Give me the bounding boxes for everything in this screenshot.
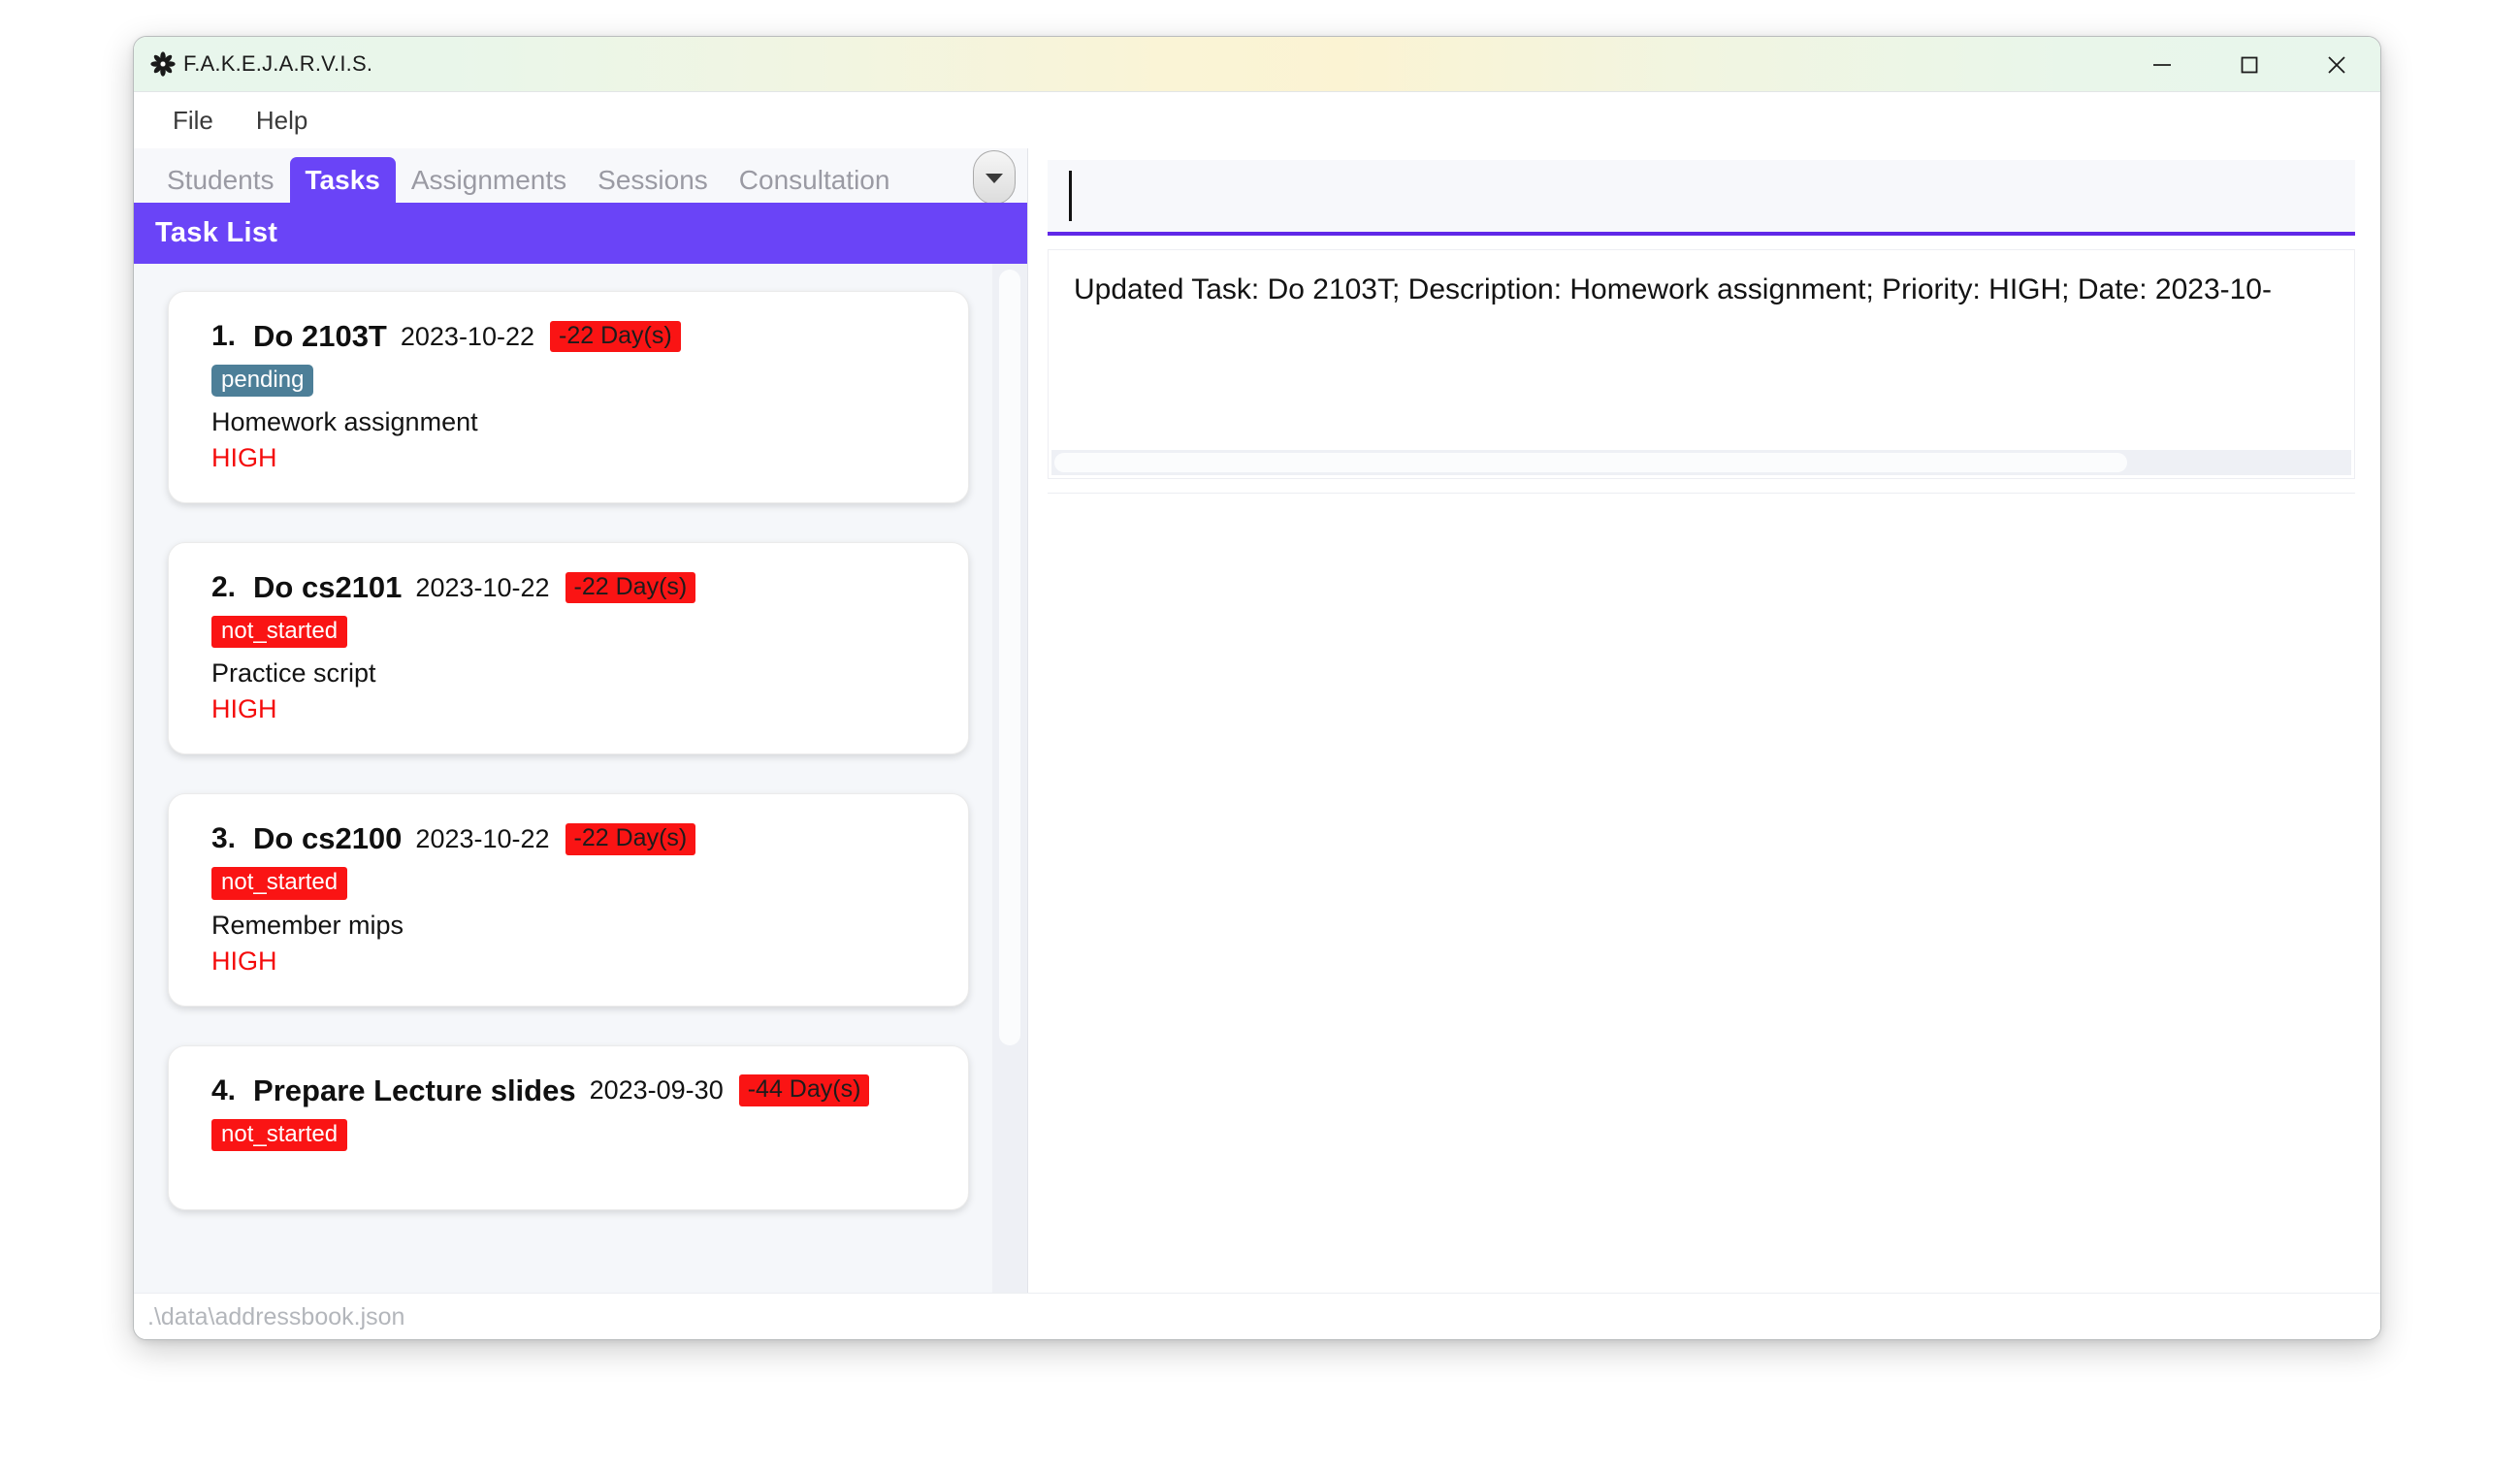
- tab-assignments[interactable]: Assignments: [396, 157, 582, 203]
- task-days-badge: -44 Day(s): [738, 1074, 870, 1106]
- command-box-wrapper: [1028, 148, 2380, 236]
- task-headline: 2. Do cs2101 2023-10-22 -22 Day(s): [211, 570, 939, 605]
- task-headline: 1. Do 2103T 2023-10-22 -22 Day(s): [211, 319, 939, 354]
- task-date: 2023-10-22: [415, 572, 550, 602]
- task-list-header: Task List: [134, 203, 1027, 264]
- chevron-down-icon: [985, 174, 1003, 183]
- task-priority: HIGH: [211, 945, 277, 976]
- task-date: 2023-10-22: [415, 823, 550, 853]
- close-icon: [2328, 55, 2345, 74]
- task-days-badge: -22 Day(s): [565, 823, 696, 855]
- maximize-icon: [2241, 56, 2258, 73]
- status-bar-file-path: .\data\addressbook.json: [147, 1303, 405, 1330]
- task-date: 2023-10-22: [400, 321, 534, 351]
- status-badge: not_started: [211, 867, 348, 900]
- menu-item-file[interactable]: File: [159, 102, 227, 140]
- maximize-button[interactable]: [2206, 37, 2293, 92]
- status-bar: .\data\addressbook.json: [134, 1293, 2380, 1339]
- tab-sessions[interactable]: Sessions: [582, 157, 724, 203]
- result-display-box: Updated Task: Do 2103T; Description: Hom…: [1048, 249, 2355, 479]
- tab-consultation[interactable]: Consultation: [724, 157, 906, 203]
- minimize-button[interactable]: [2118, 37, 2206, 92]
- task-index: 4.: [211, 1073, 237, 1106]
- flower-icon: [150, 51, 176, 77]
- task-index: 1.: [211, 320, 237, 352]
- result-horizontal-scrollbar[interactable]: [1051, 450, 2351, 475]
- tab-overflow-button[interactable]: [973, 150, 1016, 203]
- menu-bar: File Help: [134, 92, 2380, 148]
- status-badge: not_started: [211, 616, 348, 649]
- title-bar: F.A.K.E.J.A.R.V.I.S.: [134, 37, 2380, 92]
- task-card[interactable]: 4. Prepare Lecture slides 2023-09-30 -44…: [168, 1044, 969, 1210]
- task-days-badge: -22 Day(s): [565, 572, 696, 604]
- task-card[interactable]: 3. Do cs2100 2023-10-22 -22 Day(s) not_s…: [168, 793, 969, 1007]
- window-controls: [2118, 37, 2380, 92]
- command-input[interactable]: [1048, 160, 2355, 236]
- task-index: 3.: [211, 822, 237, 855]
- task-list-title: Task List: [155, 217, 278, 248]
- window-title: F.A.K.E.J.A.R.V.I.S.: [183, 51, 373, 76]
- left-pane: Students Tasks Assignments Sessions Cons…: [134, 148, 1028, 1293]
- task-date: 2023-09-30: [589, 1075, 724, 1106]
- close-button[interactable]: [2293, 37, 2380, 92]
- task-name: Do cs2101: [253, 570, 403, 605]
- task-priority: HIGH: [211, 694, 277, 724]
- task-list-scroll-area: 1. Do 2103T 2023-10-22 -22 Day(s) pendin…: [134, 264, 1027, 1293]
- minimize-icon: [2153, 63, 2171, 66]
- task-card[interactable]: 1. Do 2103T 2023-10-22 -22 Day(s) pendin…: [168, 291, 969, 504]
- menu-item-help[interactable]: Help: [242, 102, 321, 140]
- task-headline: 4. Prepare Lecture slides 2023-09-30 -44…: [211, 1073, 939, 1108]
- tab-students[interactable]: Students: [151, 157, 290, 203]
- status-badge: pending: [211, 365, 314, 398]
- right-pane: Updated Task: Do 2103T; Description: Hom…: [1028, 148, 2380, 1293]
- task-description: Homework assignment: [211, 407, 478, 437]
- task-list-scrollbar-thumb[interactable]: [999, 270, 1020, 1045]
- task-headline: 3. Do cs2100 2023-10-22 -22 Day(s): [211, 821, 939, 856]
- tab-tasks[interactable]: Tasks: [289, 157, 396, 203]
- application-window: F.A.K.E.J.A.R.V.I.S. File Help Students …: [133, 36, 2381, 1340]
- task-description: Practice script: [211, 658, 376, 689]
- right-lower-empty-area: [1048, 493, 2355, 1293]
- tab-strip: Students Tasks Assignments Sessions Cons…: [134, 148, 1027, 203]
- status-badge: not_started: [211, 1118, 348, 1151]
- window-body: Students Tasks Assignments Sessions Cons…: [134, 148, 2380, 1293]
- task-name: Do cs2100: [253, 821, 403, 856]
- task-list-scrollbar[interactable]: [992, 264, 1027, 1293]
- task-priority: HIGH: [211, 443, 277, 473]
- task-days-badge: -22 Day(s): [550, 320, 681, 353]
- task-card[interactable]: 2. Do cs2101 2023-10-22 -22 Day(s) not_s…: [168, 542, 969, 755]
- result-text: Updated Task: Do 2103T; Description: Hom…: [1074, 273, 2272, 305]
- task-name: Prepare Lecture slides: [253, 1073, 576, 1107]
- task-index: 2.: [211, 571, 237, 604]
- task-items-container: 1. Do 2103T 2023-10-22 -22 Day(s) pendin…: [134, 264, 1027, 1249]
- task-description: Remember mips: [211, 910, 404, 940]
- task-name: Do 2103T: [253, 319, 387, 353]
- desktop-background: F.A.K.E.J.A.R.V.I.S. File Help Students …: [0, 0, 2520, 1474]
- result-horizontal-scrollbar-thumb[interactable]: [1054, 453, 2127, 472]
- text-caret: [1069, 171, 1072, 221]
